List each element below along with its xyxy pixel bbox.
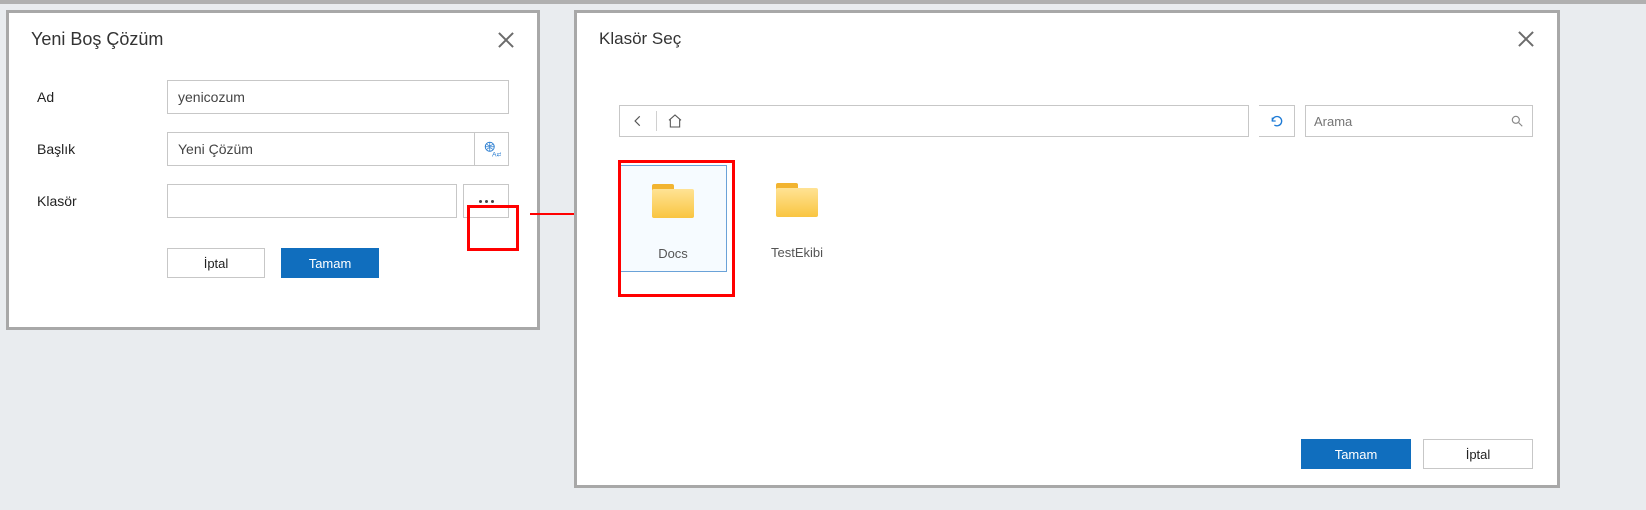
ad-field[interactable] — [168, 89, 508, 105]
dialog-header: Klasör Seç — [577, 13, 1557, 61]
label-klasor: Klasör — [37, 193, 167, 209]
form-area: Ad Başlık A⇄ Klasör — [9, 80, 537, 278]
folder-icon — [776, 183, 818, 217]
folder-icon — [652, 184, 694, 218]
close-icon[interactable] — [497, 31, 515, 49]
search-input[interactable] — [1314, 114, 1510, 129]
folder-item-testekibi[interactable]: TestEkibi — [743, 165, 851, 270]
breadcrumb-bar — [619, 105, 1249, 137]
folder-item-docs[interactable]: Docs — [619, 165, 727, 272]
search-icon — [1510, 114, 1524, 128]
folder-label: TestEkibi — [771, 245, 823, 260]
new-solution-dialog: Yeni Boş Çözüm Ad Başlık A⇄ — [6, 10, 540, 330]
form-row-ad: Ad — [37, 80, 509, 114]
toolbar — [577, 61, 1557, 145]
label-ad: Ad — [37, 89, 167, 105]
chevron-left-icon — [631, 114, 645, 128]
refresh-button[interactable] — [1259, 105, 1295, 137]
input-wrap-baslik: A⇄ — [167, 132, 509, 166]
form-row-klasor: Klasör — [37, 184, 509, 218]
dialog-header: Yeni Boş Çözüm — [9, 13, 537, 80]
input-wrap-klasor — [167, 184, 457, 218]
dialog-title: Klasör Seç — [599, 29, 681, 49]
baslik-field[interactable] — [168, 141, 474, 157]
folder-grid: Docs TestEkibi — [577, 145, 1557, 427]
select-folder-dialog: Klasör Seç — [574, 10, 1560, 488]
nav-home-button[interactable] — [657, 106, 693, 136]
klasor-field[interactable] — [168, 193, 456, 209]
window-top-strip — [0, 0, 1646, 4]
dialog-footer: İptal Tamam — [37, 248, 509, 278]
nav-back-button[interactable] — [620, 106, 656, 136]
ok-button[interactable]: Tamam — [281, 248, 379, 278]
translate-button[interactable]: A⇄ — [474, 133, 508, 165]
close-icon[interactable] — [1517, 30, 1535, 48]
form-row-baslik: Başlık A⇄ — [37, 132, 509, 166]
home-icon — [667, 113, 683, 129]
folder-label: Docs — [658, 246, 688, 261]
cancel-button[interactable]: İptal — [167, 248, 265, 278]
input-wrap-ad — [167, 80, 509, 114]
refresh-icon — [1269, 113, 1285, 129]
ok-button[interactable]: Tamam — [1301, 439, 1411, 469]
dialog-footer: Tamam İptal — [577, 427, 1557, 485]
label-baslik: Başlık — [37, 141, 167, 157]
svg-text:A⇄: A⇄ — [492, 152, 501, 159]
browse-folder-button[interactable] — [463, 184, 509, 218]
globe-translate-icon: A⇄ — [483, 140, 501, 158]
ellipsis-icon — [479, 200, 494, 203]
search-box — [1305, 105, 1533, 137]
dialog-title: Yeni Boş Çözüm — [31, 29, 163, 50]
cancel-button[interactable]: İptal — [1423, 439, 1533, 469]
